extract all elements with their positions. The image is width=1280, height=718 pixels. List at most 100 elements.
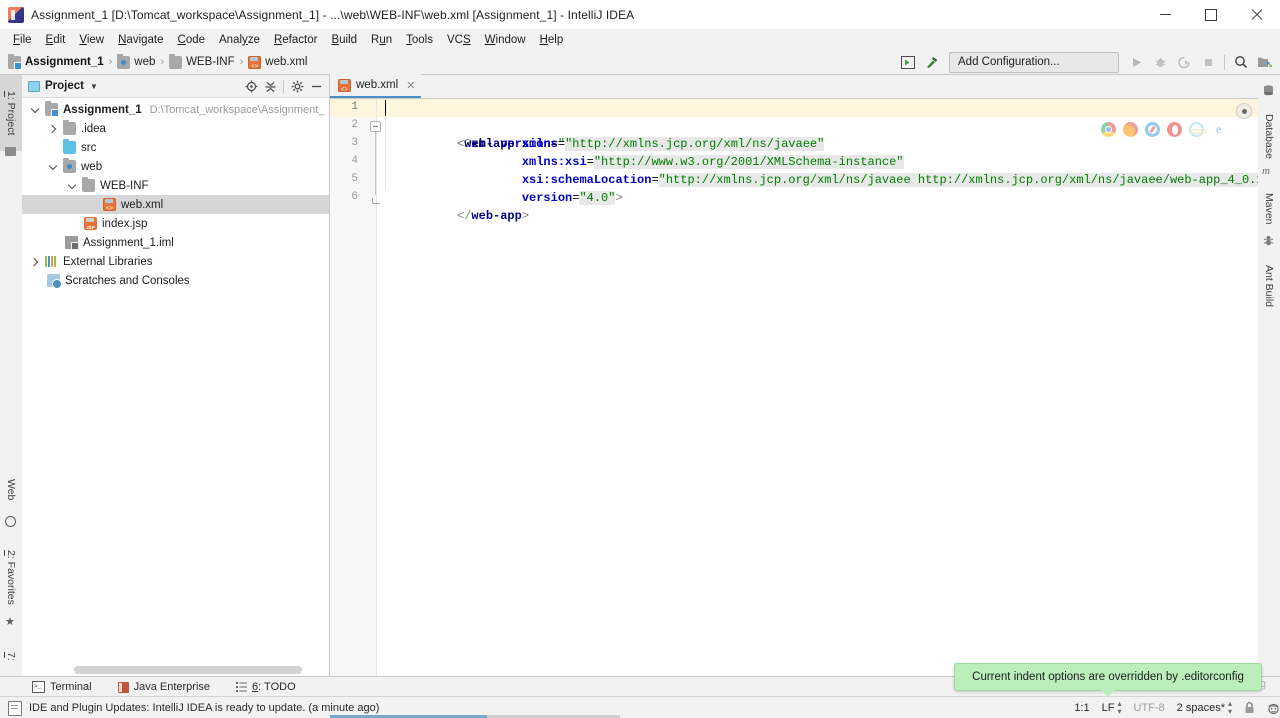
chrome-icon[interactable] [1101, 122, 1116, 137]
breadcrumb-separator: › [160, 56, 164, 68]
inspection-widget-icon[interactable] [1236, 103, 1252, 119]
project-tree-horizontal-scrollbar[interactable] [22, 663, 329, 676]
libraries-icon [45, 255, 58, 268]
menu-window[interactable]: Window [478, 31, 533, 49]
menu-navigate[interactable]: Navigate [111, 31, 170, 49]
code-line-4[interactable]: xsi:schemaLocation="http://xmlns.jcp.org… [377, 153, 1258, 171]
chevron-down-icon[interactable] [65, 179, 78, 192]
tree-row-src[interactable]: src [22, 138, 329, 157]
indent-setting[interactable]: 2 spaces* ▴▾ [1177, 700, 1232, 716]
scratches-icon [47, 274, 60, 287]
menu-file[interactable]: File [6, 31, 39, 49]
menu-build[interactable]: Build [324, 31, 364, 49]
inspection-face-icon[interactable] [1267, 702, 1280, 715]
edge-icon[interactable]: e [1211, 122, 1226, 137]
menu-code[interactable]: Code [171, 31, 213, 49]
tree-row-webinf[interactable]: WEB-INF [22, 176, 329, 195]
project-tool-window: Project ▼ [22, 75, 330, 676]
jsp-file-icon [84, 217, 97, 230]
sidebar-item-ant-build[interactable]: Ant Build [1258, 251, 1280, 321]
chevron-down-icon[interactable] [46, 160, 59, 173]
tree-item-path: D:\Tomcat_workspace\Assignment_1 [150, 104, 325, 116]
close-button[interactable] [1234, 0, 1280, 29]
editor-gutter[interactable]: 1 2 3 4 5 6 [330, 99, 377, 677]
tree-row-external-libraries[interactable]: External Libraries [22, 252, 329, 271]
tree-row-idea[interactable]: .idea [22, 119, 329, 138]
tree-row-assignment1[interactable]: Assignment_1 D:\Tomcat_workspace\Assignm… [22, 100, 329, 119]
build-hammer-icon[interactable] [921, 52, 943, 72]
project-strip-folder-icon [5, 147, 16, 156]
run-dashboard-icon[interactable] [897, 52, 919, 72]
chevron-right-icon[interactable] [46, 122, 59, 135]
bottom-item-java-enterprise[interactable]: Java Enterprise [114, 679, 214, 695]
locate-icon[interactable] [242, 77, 260, 95]
explorer-icon[interactable] [1189, 122, 1204, 137]
minimize-button[interactable] [1142, 0, 1188, 29]
breadcrumb-item-webxml[interactable]: web.xml [248, 56, 307, 69]
menu-tools[interactable]: Tools [399, 31, 440, 49]
tree-item-label: Scratches and Consoles [65, 275, 190, 287]
code-line-3[interactable]: xmlns:xsi="http://www.w3.org/2001/XMLSch… [377, 135, 1258, 153]
module-icon [45, 103, 58, 116]
maximize-button[interactable] [1188, 0, 1234, 29]
settings-gear-icon[interactable] [288, 77, 306, 95]
sidebar-item-maven[interactable]: Maven [1258, 179, 1280, 239]
web-folder-icon [63, 160, 76, 173]
sidebar-item-favorites[interactable]: 2: Favorites [0, 533, 22, 621]
tab-web-xml[interactable]: web.xml ✕ [330, 74, 421, 98]
bottom-item-terminal[interactable]: >_ Terminal [28, 679, 96, 695]
status-message-area[interactable]: IDE and Plugin Updates: IntelliJ IDEA is… [8, 701, 379, 716]
firefox-icon[interactable] [1123, 122, 1138, 137]
safari-icon[interactable] [1145, 122, 1160, 137]
notification-balloon[interactable]: Current indent options are overridden by… [954, 663, 1262, 691]
menu-help[interactable]: Help [533, 31, 571, 49]
chevron-right-icon[interactable] [28, 255, 41, 268]
caret-position[interactable]: 1:1 [1074, 702, 1089, 714]
code-content[interactable]: <?xml version="1.0" encoding="UTF-8"?> <… [377, 99, 1258, 677]
sidebar-item-project[interactable]: 1: Project [0, 75, 22, 151]
sidebar-item-database[interactable]: Database [1258, 101, 1280, 171]
opera-icon[interactable] [1167, 122, 1182, 137]
code-line-1[interactable]: <?xml version="1.0" encoding="UTF-8"?> [377, 99, 1258, 117]
collapse-all-icon[interactable] [261, 77, 279, 95]
breadcrumb-item-assignment1[interactable]: Assignment_1 [8, 56, 104, 69]
breadcrumb-item-web[interactable]: web [117, 56, 155, 69]
maximize-icon [1205, 9, 1217, 21]
menu-view[interactable]: View [72, 31, 111, 49]
file-encoding[interactable]: UTF-8 [1134, 702, 1165, 714]
breadcrumb-item-webinf[interactable]: WEB-INF [169, 56, 235, 69]
sidebar-item-web[interactable]: Web [0, 460, 22, 520]
tree-row-iml[interactable]: Assignment_1.iml [22, 233, 329, 252]
tree-item-label: Assignment_1.iml [83, 237, 174, 249]
menu-run[interactable]: Run [364, 31, 399, 49]
code-editor[interactable]: 1 2 3 4 5 6 <?xml version="1.0" encoding… [330, 99, 1258, 677]
add-configuration-button[interactable]: Add Configuration... [949, 52, 1119, 73]
chevron-updown-icon: ▴▾ [1117, 700, 1121, 716]
menu-refactor[interactable]: Refactor [267, 31, 324, 49]
debug-icon[interactable] [1149, 52, 1171, 72]
hide-panel-icon[interactable] [307, 77, 325, 95]
search-everywhere-icon[interactable] [1230, 52, 1252, 72]
chevron-down-icon[interactable] [28, 103, 41, 116]
scrollbar-thumb[interactable] [74, 666, 302, 674]
tree-row-scratches[interactable]: Scratches and Consoles [22, 271, 329, 290]
stop-icon[interactable] [1197, 52, 1219, 72]
line-separator[interactable]: LF ▴▾ [1102, 700, 1122, 716]
intellij-logo-icon [8, 7, 24, 23]
tree-row-webxml[interactable]: web.xml [22, 195, 329, 214]
code-line-6[interactable]: </web-app> [377, 189, 1258, 207]
menu-vcs[interactable]: VCS [440, 31, 478, 49]
tree-item-label: .idea [81, 123, 106, 135]
project-structure-icon[interactable] [1254, 52, 1276, 72]
menu-analyze[interactable]: Analyze [212, 31, 267, 49]
run-with-coverage-icon[interactable] [1173, 52, 1195, 72]
code-line-5[interactable]: version="4.0"> [377, 171, 1258, 189]
menu-edit[interactable]: Edit [39, 31, 73, 49]
close-icon[interactable]: ✕ [406, 79, 415, 92]
lock-icon[interactable] [1244, 702, 1255, 714]
bottom-item-todo[interactable]: 6: TODO [232, 679, 300, 695]
run-icon[interactable] [1125, 52, 1147, 72]
tree-row-indexjsp[interactable]: index.jsp [22, 214, 329, 233]
chevron-down-icon[interactable]: ▼ [90, 82, 98, 91]
tree-row-web[interactable]: web [22, 157, 329, 176]
